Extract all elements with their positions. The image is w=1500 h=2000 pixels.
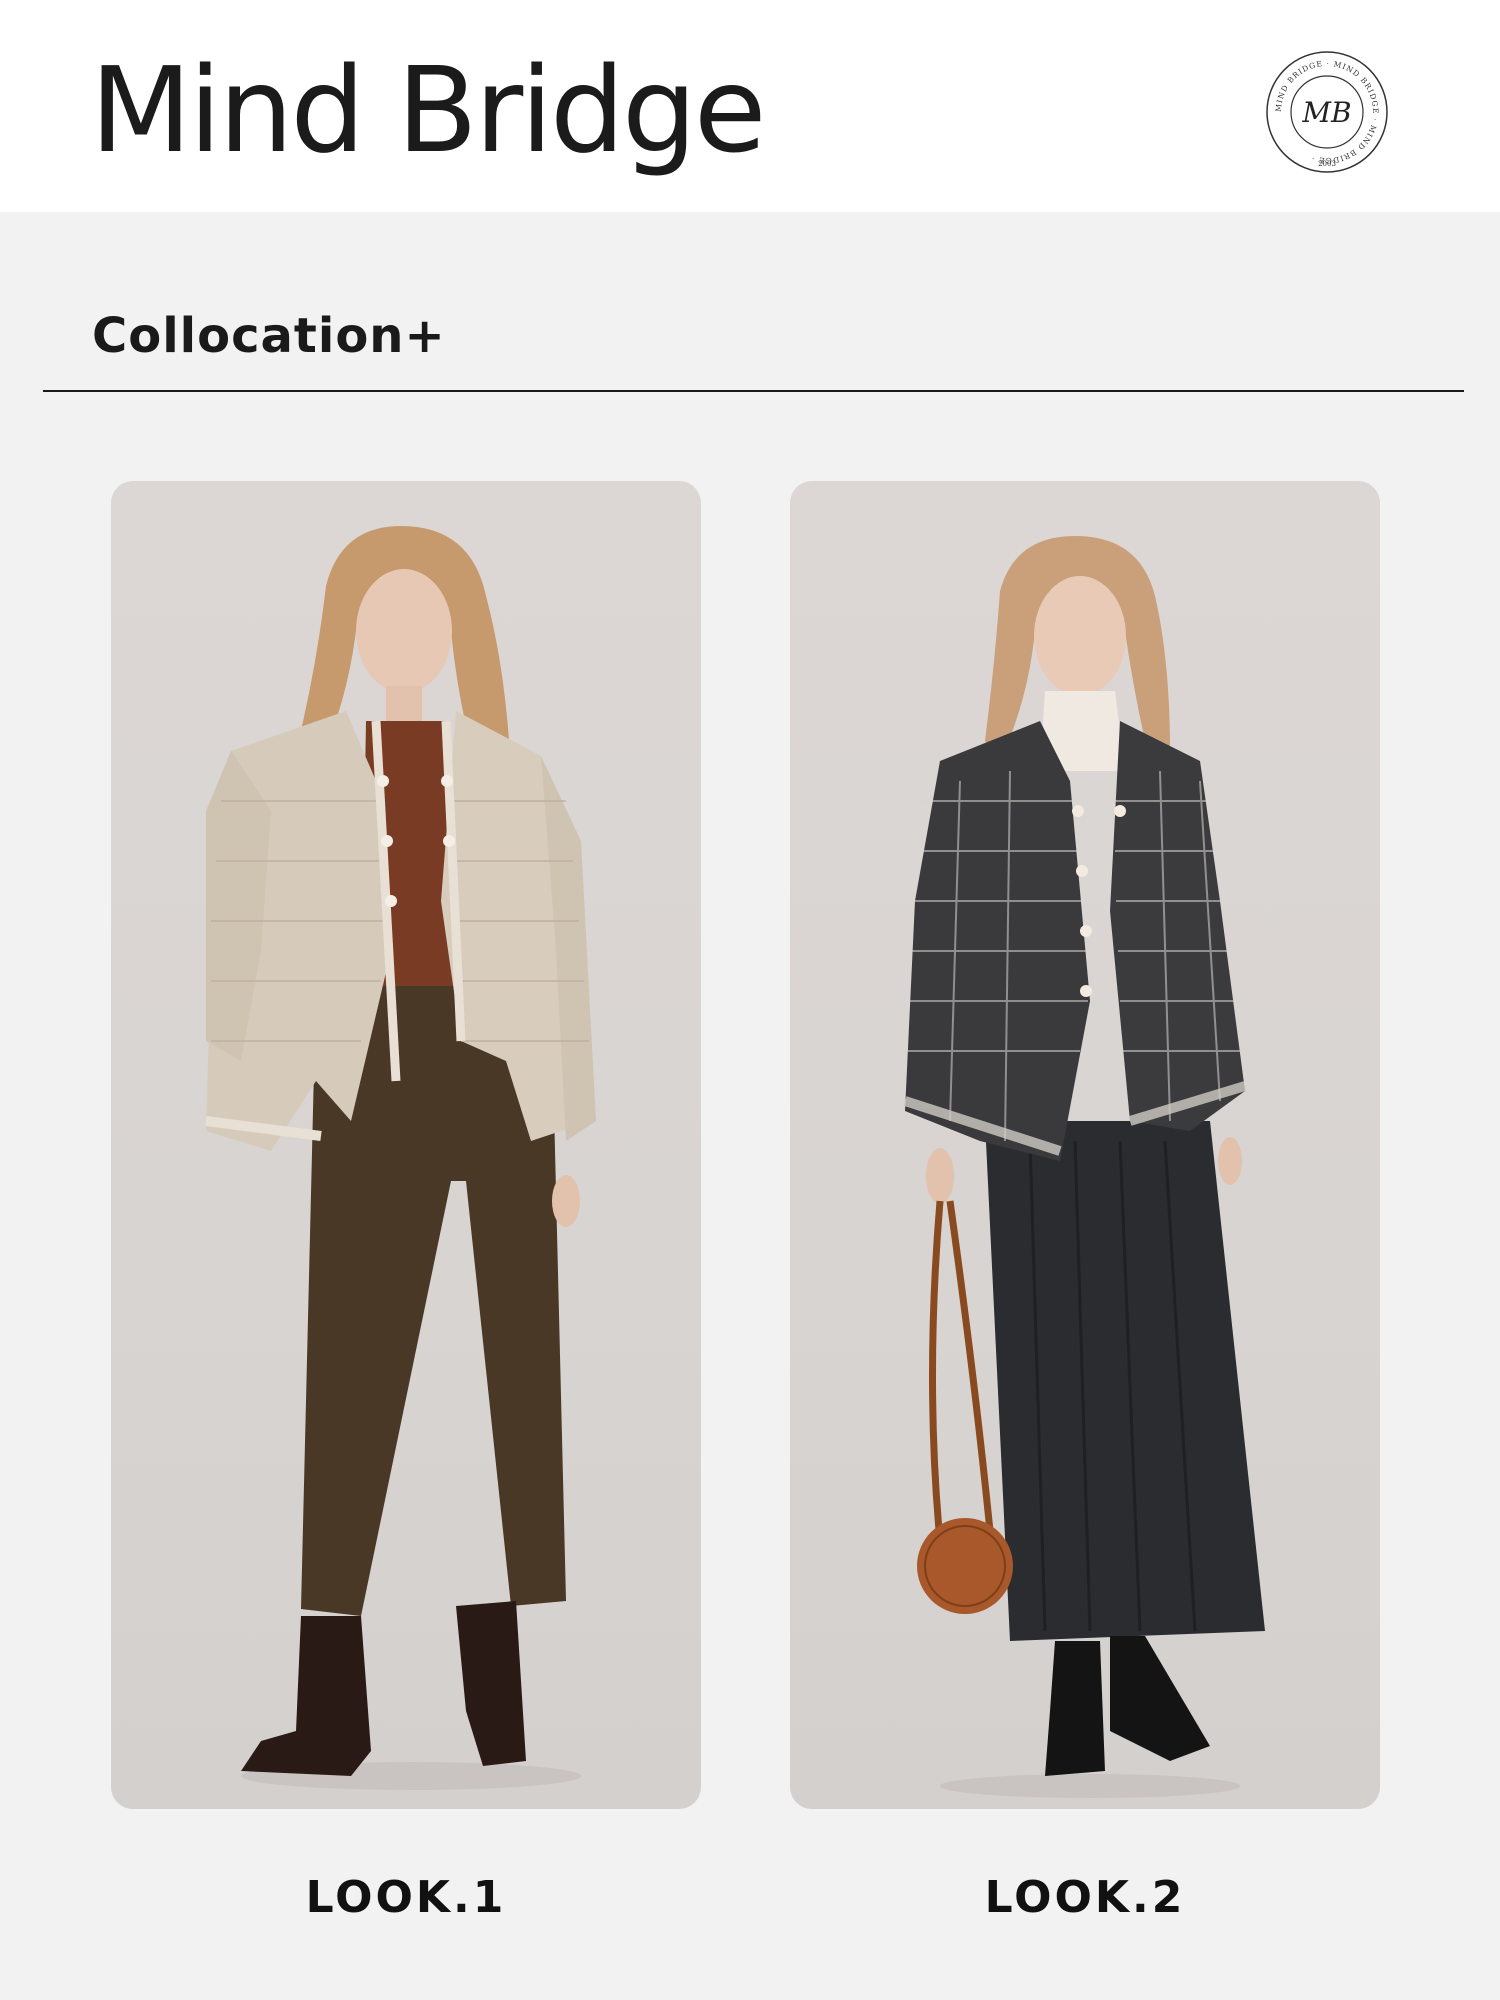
look-1-label: LOOK.1 (305, 1872, 507, 1923)
seal-monogram: MB (1301, 96, 1351, 129)
brand-seal-logo: MIND BRIDGE · MIND BRIDGE · MIND BRIDGE … (1265, 50, 1389, 174)
seal-year: 2003 (1318, 160, 1336, 168)
look-2-photo[interactable] (790, 481, 1380, 1809)
look-1-photo[interactable] (111, 481, 701, 1809)
look-2-label: LOOK.2 (984, 1872, 1186, 1923)
section-title: Collocation+ (92, 308, 446, 364)
header: Mind Bridge MIND BRIDGE · MIND BRIDGE · … (0, 0, 1500, 212)
brand-logo-text: Mind Bridge (90, 41, 766, 179)
section-divider (43, 390, 1464, 392)
